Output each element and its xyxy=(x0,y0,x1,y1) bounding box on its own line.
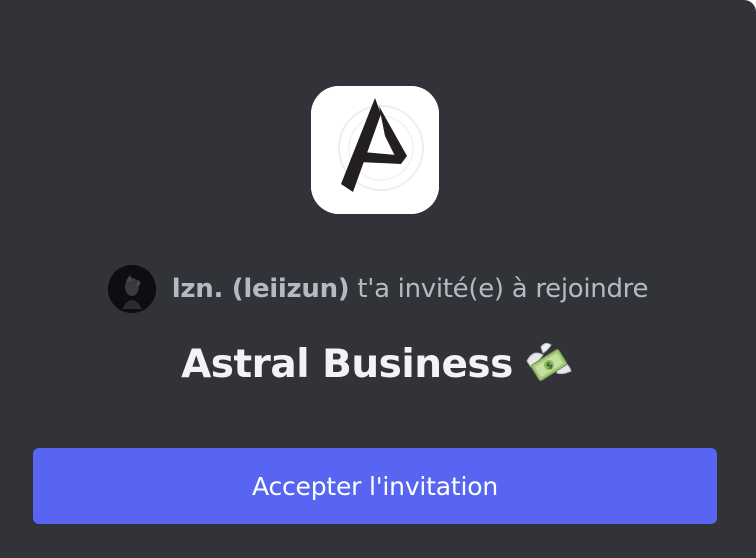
inviter-row: lzn. (leiizun) t'a invité(e) à rejoindre xyxy=(0,264,756,314)
avatar xyxy=(107,265,156,313)
server-icon xyxy=(311,86,439,214)
inviter-name[interactable]: lzn. (leiizun) xyxy=(172,274,350,304)
invite-text: lzn. (leiizun) t'a invité(e) à rejoindre xyxy=(172,274,649,304)
accept-invite-button[interactable]: Accepter l'invitation xyxy=(33,448,717,524)
invite-modal: lzn. (leiizun) t'a invité(e) à rejoindre… xyxy=(0,0,756,558)
money-with-wings-icon: $ xyxy=(523,341,575,387)
server-name: Astral Business xyxy=(181,341,513,387)
accept-button-label: Accepter l'invitation xyxy=(252,471,498,501)
server-row: Astral Business $ xyxy=(0,334,756,394)
astral-logo-icon xyxy=(311,86,439,214)
invite-message: t'a invité(e) à rejoindre xyxy=(349,274,649,304)
